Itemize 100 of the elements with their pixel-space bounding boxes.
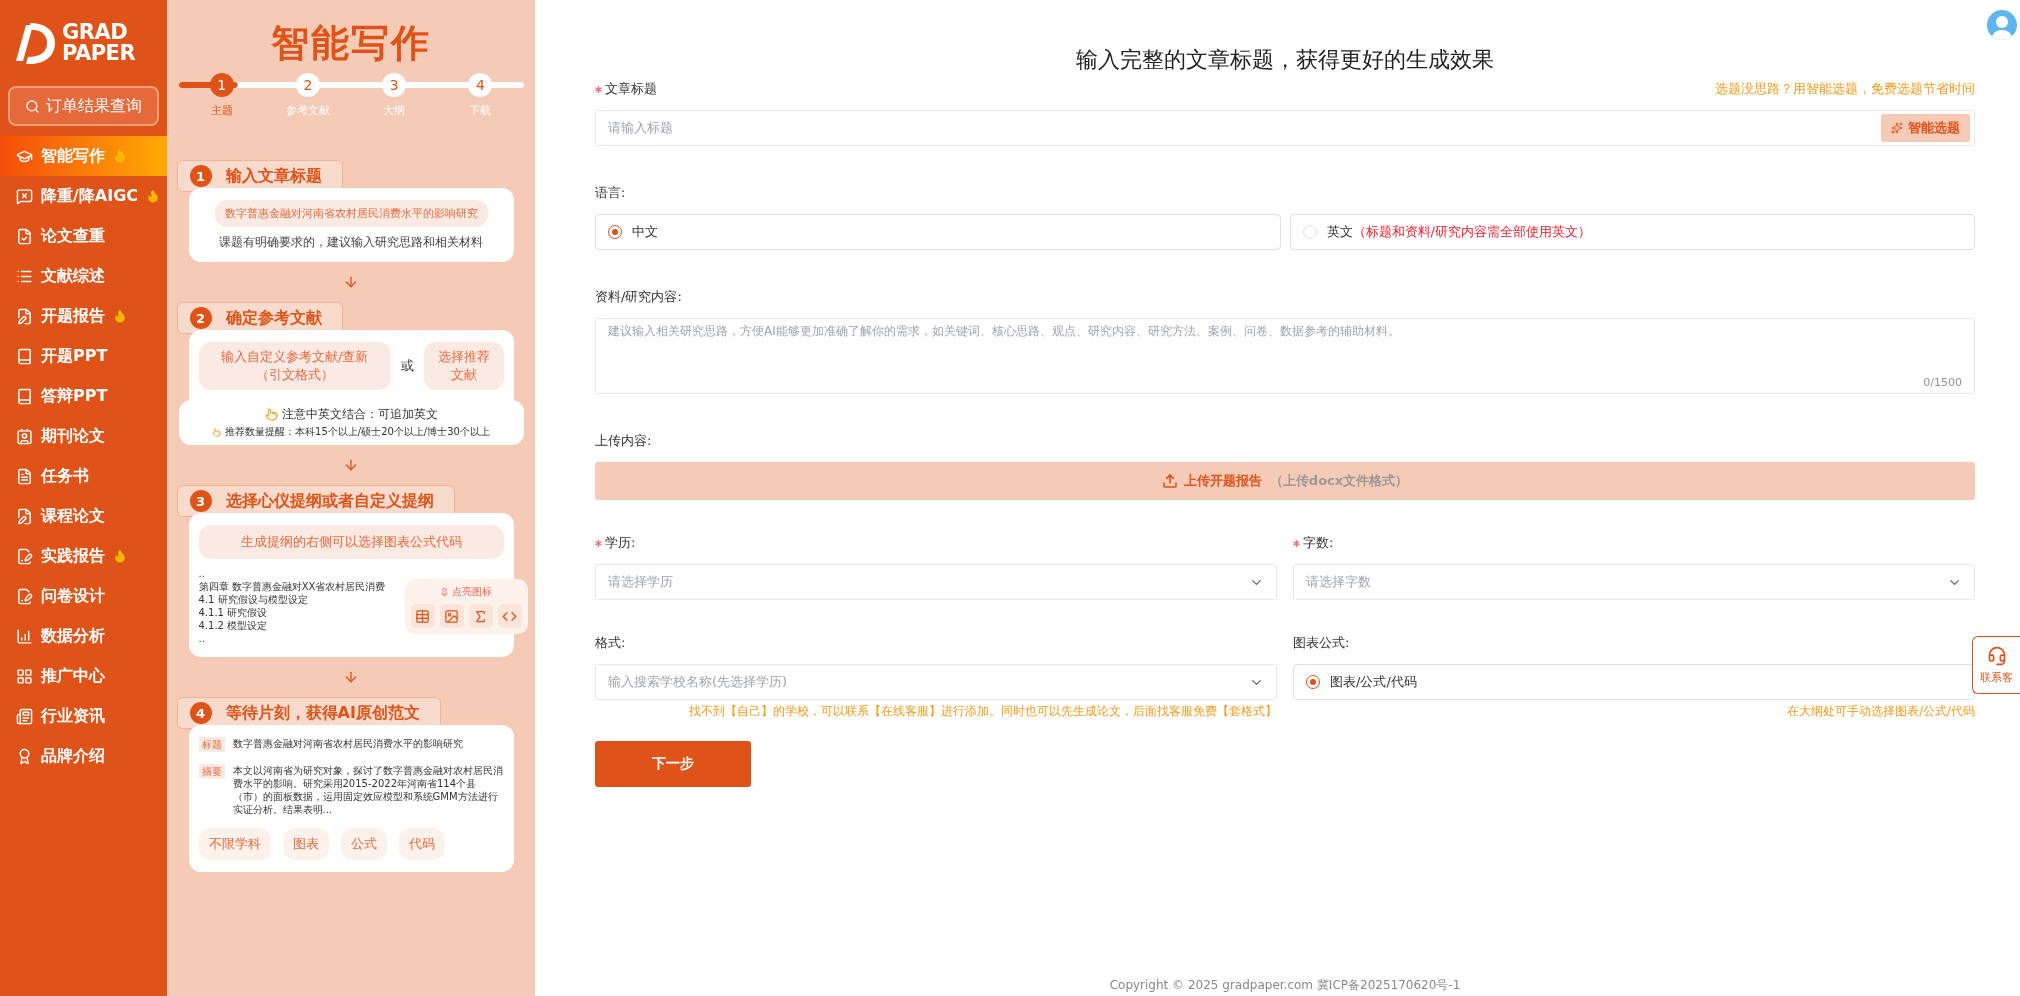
document-pen-icon	[16, 547, 33, 565]
sidebar-item[interactable]: 任务书	[0, 456, 167, 496]
feature-chip: 代码	[398, 828, 445, 860]
field-tag: 摘要	[198, 764, 225, 779]
code-icon[interactable]	[497, 604, 522, 628]
radio-option[interactable]: 英文（标题和资料/研究内容需全部使用英文）	[1289, 214, 1975, 250]
radio-option[interactable]: 中文	[595, 214, 1281, 250]
upload-icon	[1161, 473, 1178, 489]
step-number: 4	[468, 73, 493, 97]
sidebar-item[interactable]: 答辩PPT	[0, 376, 167, 416]
step-label: 主题	[210, 103, 233, 118]
chat-icon	[16, 187, 33, 205]
sidebar-item[interactable]: 课程论文	[0, 496, 167, 536]
pointing-hand-icon	[212, 427, 222, 437]
outline-line: ..	[198, 567, 206, 580]
next-button[interactable]: 下一步	[595, 741, 751, 787]
outline-line: ..	[198, 632, 206, 645]
feature-chip: 公式	[340, 828, 387, 860]
sidebar-item[interactable]: 开题报告	[0, 296, 167, 336]
sidebar-item[interactable]: 品牌介绍	[0, 736, 167, 776]
sidebar-item[interactable]: 行业资讯	[0, 696, 167, 736]
sidebar-item[interactable]: 开题PPT	[0, 336, 167, 376]
outline-line: 4.1 研究假设与模型设定	[198, 593, 309, 606]
select-field[interactable]: 请选择字数	[1293, 564, 1975, 600]
card-icon	[16, 427, 33, 445]
sidebar-item[interactable]: 数据分析	[0, 616, 167, 656]
avatar[interactable]	[1987, 10, 2017, 40]
custom-reference-option: 输入自定义参考文献/查新（引文格式）	[198, 342, 391, 390]
note-text: 注意中英文结合：可追加英文	[281, 406, 438, 423]
select-field[interactable]: 请选择学历	[595, 564, 1277, 600]
upload-button[interactable]: 上传开题报告 （上传docx文件格式）	[595, 462, 1975, 500]
image-icon[interactable]	[439, 604, 464, 628]
field-label: 格式:	[595, 634, 626, 652]
step-number: 3	[382, 73, 407, 97]
field-label: 语言:	[595, 184, 626, 202]
sidebar-item[interactable]: 降重/降AIGC	[0, 176, 167, 216]
sidebar-item[interactable]: 论文查重	[0, 216, 167, 256]
field-label: 字数:	[1303, 534, 1334, 552]
document-icon	[16, 307, 33, 325]
copyright-text: Copyright © 2025 gradpaper.com 冀ICP备2025170620号-1	[1108, 977, 1462, 994]
formula-icon[interactable]	[468, 604, 493, 628]
feature-chip: 不限学科	[198, 828, 271, 860]
chart-icon	[16, 627, 33, 645]
sidebar-item[interactable]: 推广中心	[0, 656, 167, 696]
step-label: 参考文献	[285, 103, 330, 118]
example-title: 数字普惠金融对河南省农村居民消费水平的影响研究	[214, 200, 488, 227]
step-number: 2	[295, 73, 320, 97]
field-text: 本文以河南省为研究对象，探讨了数字普惠金融对农村居民消费水平的影响。研究采用2015-2022年河南省114个县（市）的面板数据，运用固定效应模型和系统GMM方法进行实证分析。结果表明...	[232, 764, 504, 816]
hint-text: 在大纲处可手动选择图表/公式/代码	[1786, 704, 1975, 719]
field-label: 图表公式:	[1293, 634, 1350, 652]
document-icon	[16, 467, 33, 485]
radio-option[interactable]: 图表/公式/代码	[1293, 664, 1975, 700]
hint-text: 选题没思路？用智能选题，免费选题节省时间	[1715, 81, 1975, 98]
sidebar-item[interactable]: 智能写作	[0, 136, 167, 176]
order-search-button[interactable]: 订单结果查询	[8, 86, 159, 126]
pin-icon	[440, 587, 449, 597]
panel-title: 智能写作	[271, 20, 431, 67]
document-icon	[16, 227, 33, 245]
field-label: 学历:	[605, 534, 636, 552]
step-number: 1	[209, 73, 234, 97]
sidebar-item[interactable]: 实践报告	[0, 536, 167, 576]
pointing-hand-icon	[264, 408, 278, 421]
headset-icon	[1986, 645, 2007, 666]
note-text: 推荐数量提醒：本科15个以上/硕士20个以上/博士30个以上	[225, 425, 490, 439]
search-icon	[25, 98, 40, 114]
form-heading: 输入完整的文章标题，获得更好的生成效果	[1075, 46, 1495, 74]
outline-line: 4.1.1 研究假设	[198, 606, 269, 619]
step-label: 大纲	[383, 103, 406, 118]
sidebar-item[interactable]: 期刊论文	[0, 416, 167, 456]
down-arrow-icon	[343, 457, 359, 473]
book-icon	[16, 347, 33, 365]
sidebar-item[interactable]: 文献综述	[0, 256, 167, 296]
tip-text: 课题有明确要求的，建议输入研究思路和相关材料	[219, 235, 483, 250]
recommended-reference-option: 选择推荐文献	[423, 342, 504, 390]
logo-text: GRAD PAPER	[62, 22, 136, 64]
field-text: 数字普惠金融对河南省农村居民消费水平的影响研究	[232, 737, 463, 750]
down-arrow-icon	[343, 274, 359, 290]
document-pen-icon	[16, 587, 33, 605]
sidebar-item[interactable]: 问卷设计	[0, 576, 167, 616]
popup-title: 点亮图标	[452, 585, 492, 599]
field-label: 资料/研究内容:	[595, 288, 682, 306]
table-icon[interactable]	[410, 604, 435, 628]
field-label: 上传内容:	[595, 432, 652, 450]
example-text: 生成提纲的右侧可以选择图表公式代码	[198, 525, 504, 559]
newspaper-icon	[16, 707, 33, 725]
select-field[interactable]: 输入搜索学校名称(先选择学历)	[595, 664, 1277, 700]
hint-text: 找不到【自己】的学校，可以联系【在线客服】进行添加。同时也可以先生成论文，后面找客服免费【套格式】	[688, 704, 1277, 719]
title-input[interactable]: 请输入标题 智能选题	[595, 110, 1975, 146]
field-label: 文章标题	[605, 80, 657, 98]
sparkle-icon	[1891, 122, 1903, 134]
outline-line: 第四章 数字普惠金融对XX省农村居民消费	[198, 580, 386, 593]
contact-service-button[interactable]: 联系客	[1972, 636, 2020, 694]
book-icon	[16, 387, 33, 405]
smart-topic-button[interactable]: 智能选题	[1881, 114, 1970, 142]
document-icon	[16, 507, 33, 525]
grid-icon	[16, 667, 33, 685]
material-textarea[interactable]: 建议输入相关研究思路，方便AI能够更加准确了解你的需求，如关键词、核心思路、观点、研究内容、研究方法、案例、问卷、数据参考的辅助材料。 0/1500	[595, 318, 1975, 394]
or-text: 或	[400, 357, 414, 375]
step-label: 下载	[469, 103, 492, 118]
feature-chip: 图表	[282, 828, 329, 860]
